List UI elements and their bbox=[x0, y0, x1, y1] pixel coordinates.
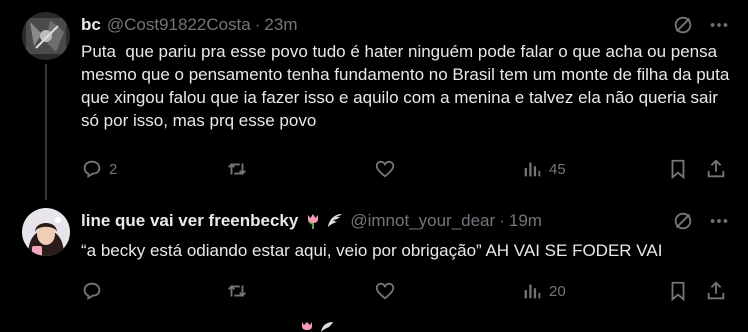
tweet-actions: 20 bbox=[81, 279, 734, 303]
tweet-text: “a becky está odiando estar aqui, veio p… bbox=[81, 241, 663, 260]
share-icon bbox=[707, 159, 725, 178]
share-button[interactable] bbox=[705, 279, 727, 303]
reply-button[interactable]: 2 bbox=[81, 157, 117, 181]
retweet-button[interactable] bbox=[226, 279, 254, 303]
reply-button[interactable] bbox=[81, 279, 109, 303]
reply-count: 2 bbox=[109, 160, 118, 178]
display-name[interactable]: bc bbox=[81, 15, 101, 35]
tweet[interactable]: line que vai ver freenbecky @imnot_your_… bbox=[0, 196, 748, 316]
retweet-button[interactable] bbox=[226, 157, 254, 181]
tulip-icon bbox=[302, 322, 312, 330]
grok-icon[interactable] bbox=[672, 14, 694, 36]
grok-icon[interactable] bbox=[672, 210, 694, 232]
tweet-top-icons bbox=[672, 210, 730, 232]
timestamp[interactable]: 23m bbox=[264, 15, 297, 35]
view-count: 20 bbox=[549, 282, 566, 300]
retweet-icon bbox=[228, 163, 246, 175]
timestamp[interactable]: 19m bbox=[509, 211, 542, 231]
avatar[interactable] bbox=[22, 12, 70, 60]
share-icon bbox=[707, 281, 725, 300]
wing-icon bbox=[328, 214, 343, 227]
analytics-icon bbox=[524, 162, 541, 177]
tweet-text: Puta que pariu pra esse povo tudo é hate… bbox=[81, 42, 739, 130]
views-button[interactable]: 20 bbox=[521, 279, 566, 303]
like-button[interactable] bbox=[374, 157, 402, 181]
user-handle[interactable]: @Cost91822Costa bbox=[107, 15, 251, 35]
separator-dot: · bbox=[254, 15, 261, 34]
bookmark-button[interactable] bbox=[667, 279, 689, 303]
thread-line bbox=[45, 64, 47, 200]
tweet[interactable]: bc @Cost91822Costa · 23m Puta que pariu … bbox=[0, 0, 748, 200]
tulip-icon bbox=[308, 214, 319, 229]
tweet-header: line que vai ver freenbecky @imnot_your_… bbox=[81, 210, 542, 232]
tweet-actions: 2 45 bbox=[81, 157, 734, 181]
separator-dot: · bbox=[499, 211, 505, 230]
analytics-icon bbox=[524, 284, 541, 299]
reply-icon bbox=[83, 282, 101, 300]
retweet-icon bbox=[228, 285, 246, 297]
tweet-header: bc @Cost91822Costa · 23m bbox=[81, 14, 298, 36]
more-options-icon[interactable] bbox=[708, 210, 730, 232]
bookmark-icon bbox=[671, 281, 685, 302]
next-tweet-peek bbox=[300, 322, 334, 332]
views-button[interactable]: 45 bbox=[521, 157, 566, 181]
more-options-icon[interactable] bbox=[708, 14, 730, 36]
avatar[interactable] bbox=[22, 208, 70, 256]
heart-icon bbox=[375, 160, 395, 178]
tweet-top-icons bbox=[672, 14, 730, 36]
bookmark-button[interactable] bbox=[667, 157, 689, 181]
heart-icon bbox=[375, 282, 395, 300]
wing-icon bbox=[321, 322, 333, 332]
bookmark-icon bbox=[671, 159, 685, 180]
user-handle[interactable]: @imnot_your_dear bbox=[350, 211, 495, 231]
like-button[interactable] bbox=[374, 279, 402, 303]
view-count: 45 bbox=[549, 160, 566, 178]
name-emojis bbox=[304, 212, 344, 230]
display-name[interactable]: line que vai ver freenbecky bbox=[81, 211, 298, 231]
reply-icon bbox=[83, 160, 101, 178]
share-button[interactable] bbox=[705, 157, 727, 181]
